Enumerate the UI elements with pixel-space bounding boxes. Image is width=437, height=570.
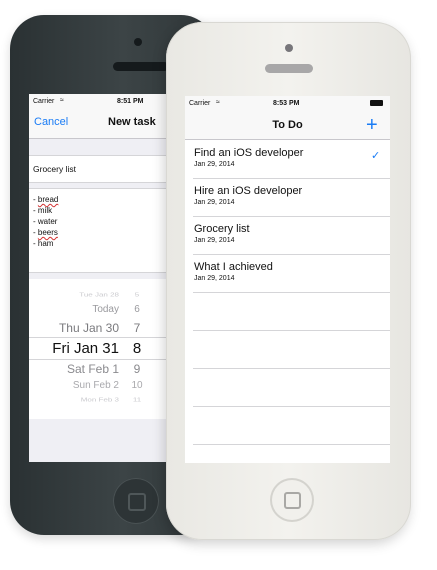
empty-row-divider: [193, 368, 390, 369]
note-word: beers: [37, 228, 58, 237]
task-title: Hire an iOS developer: [194, 185, 303, 197]
picker-selection-line: [29, 337, 169, 338]
task-date: Jan 29, 2014: [194, 275, 235, 282]
battery-icon: [370, 100, 383, 106]
note-line: - milk: [33, 206, 53, 215]
picker-day: 7: [133, 321, 141, 335]
empty-row-divider: [193, 406, 390, 407]
picker-date: Sat Feb 1: [66, 362, 119, 376]
picker-date: Sun Feb 2: [72, 380, 119, 391]
empty-row-divider: [193, 444, 390, 445]
status-bar: Carrier ≈ 8:53 PM: [185, 96, 390, 112]
page-title: To Do: [272, 119, 303, 131]
picker-day: 6: [134, 304, 140, 315]
note-line: - bread: [33, 195, 59, 204]
todo-screen: Carrier ≈ 8:53 PM To Do + Find an iOS de…: [185, 96, 390, 463]
note-line: - water: [33, 217, 58, 226]
new-task-screen: Carrier ≈ 8:51 PM Cancel New task Grocer…: [29, 94, 169, 462]
speaker-icon: [113, 62, 169, 71]
note-line: - beers: [33, 228, 58, 237]
picker-day: 10: [131, 380, 143, 391]
task-title: Grocery list: [194, 223, 250, 235]
task-row[interactable]: Grocery list Jan 29, 2014: [193, 216, 390, 255]
task-name-field[interactable]: Grocery list: [29, 155, 169, 183]
add-task-button[interactable]: +: [366, 112, 378, 138]
empty-row-divider: [193, 330, 390, 331]
wifi-icon: ≈: [60, 97, 64, 104]
date-picker[interactable]: Tue Jan 28 5 Today 6 Thu Jan 30 7 Fri Ja…: [29, 279, 169, 419]
camera-icon: [285, 44, 293, 52]
picker-date: Mon Feb 3: [80, 396, 119, 403]
page-title: New task: [108, 116, 156, 128]
picker-date: Today: [92, 304, 119, 315]
picker-day: 9: [133, 362, 141, 376]
task-row[interactable]: What I achieved Jan 29, 2014: [193, 254, 390, 293]
task-date: Jan 29, 2014: [194, 199, 235, 206]
task-notes-field[interactable]: - bread - milk - water - beers - ham: [29, 188, 169, 273]
status-bar: Carrier ≈ 8:51 PM: [29, 94, 169, 110]
checkmark-icon: ✓: [371, 150, 381, 162]
camera-icon: [134, 38, 142, 46]
navigation-bar: To Do +: [185, 112, 390, 140]
picker-row[interactable]: Tue Jan 28 5: [29, 291, 169, 302]
picker-selection-line: [29, 359, 169, 360]
picker-row-selected[interactable]: Fri Jan 31 8: [29, 340, 169, 357]
picker-day: 5: [134, 291, 140, 298]
task-title: What I achieved: [194, 261, 273, 273]
task-date: Jan 29, 2014: [194, 237, 235, 244]
task-row[interactable]: Hire an iOS developer Jan 29, 2014: [193, 178, 390, 217]
wifi-icon: ≈: [216, 99, 220, 106]
picker-row[interactable]: Sun Feb 2 10: [29, 380, 169, 396]
picker-date: Fri Jan 31: [52, 340, 119, 357]
task-date: Jan 29, 2014: [194, 161, 235, 168]
note-word: bread: [37, 195, 59, 204]
picker-row[interactable]: Sat Feb 1 9: [29, 362, 169, 378]
carrier-label: Carrier: [33, 98, 55, 105]
speaker-icon: [265, 64, 313, 73]
task-title: Find an iOS developer: [194, 147, 304, 159]
carrier-label: Carrier: [189, 100, 211, 107]
picker-row[interactable]: Mon Feb 3 11: [29, 396, 169, 407]
picker-row[interactable]: Today 6: [29, 304, 169, 320]
picker-day: 11: [132, 396, 142, 403]
task-name-value: Grocery list: [33, 164, 76, 174]
picker-date: Thu Jan 30: [58, 321, 119, 335]
home-square-icon: [284, 492, 301, 509]
status-time: 8:51 PM: [117, 98, 144, 105]
picker-date: Tue Jan 28: [79, 291, 119, 298]
picker-day: 8: [132, 340, 142, 357]
task-row[interactable]: Find an iOS developer Jan 29, 2014 ✓: [193, 140, 390, 179]
home-square-icon: [128, 493, 146, 511]
navigation-bar: Cancel New task: [29, 110, 169, 139]
cancel-button[interactable]: Cancel: [34, 116, 68, 128]
note-line: - ham: [33, 239, 54, 248]
status-time: 8:53 PM: [273, 100, 300, 107]
picker-row[interactable]: Thu Jan 30 7: [29, 321, 169, 337]
